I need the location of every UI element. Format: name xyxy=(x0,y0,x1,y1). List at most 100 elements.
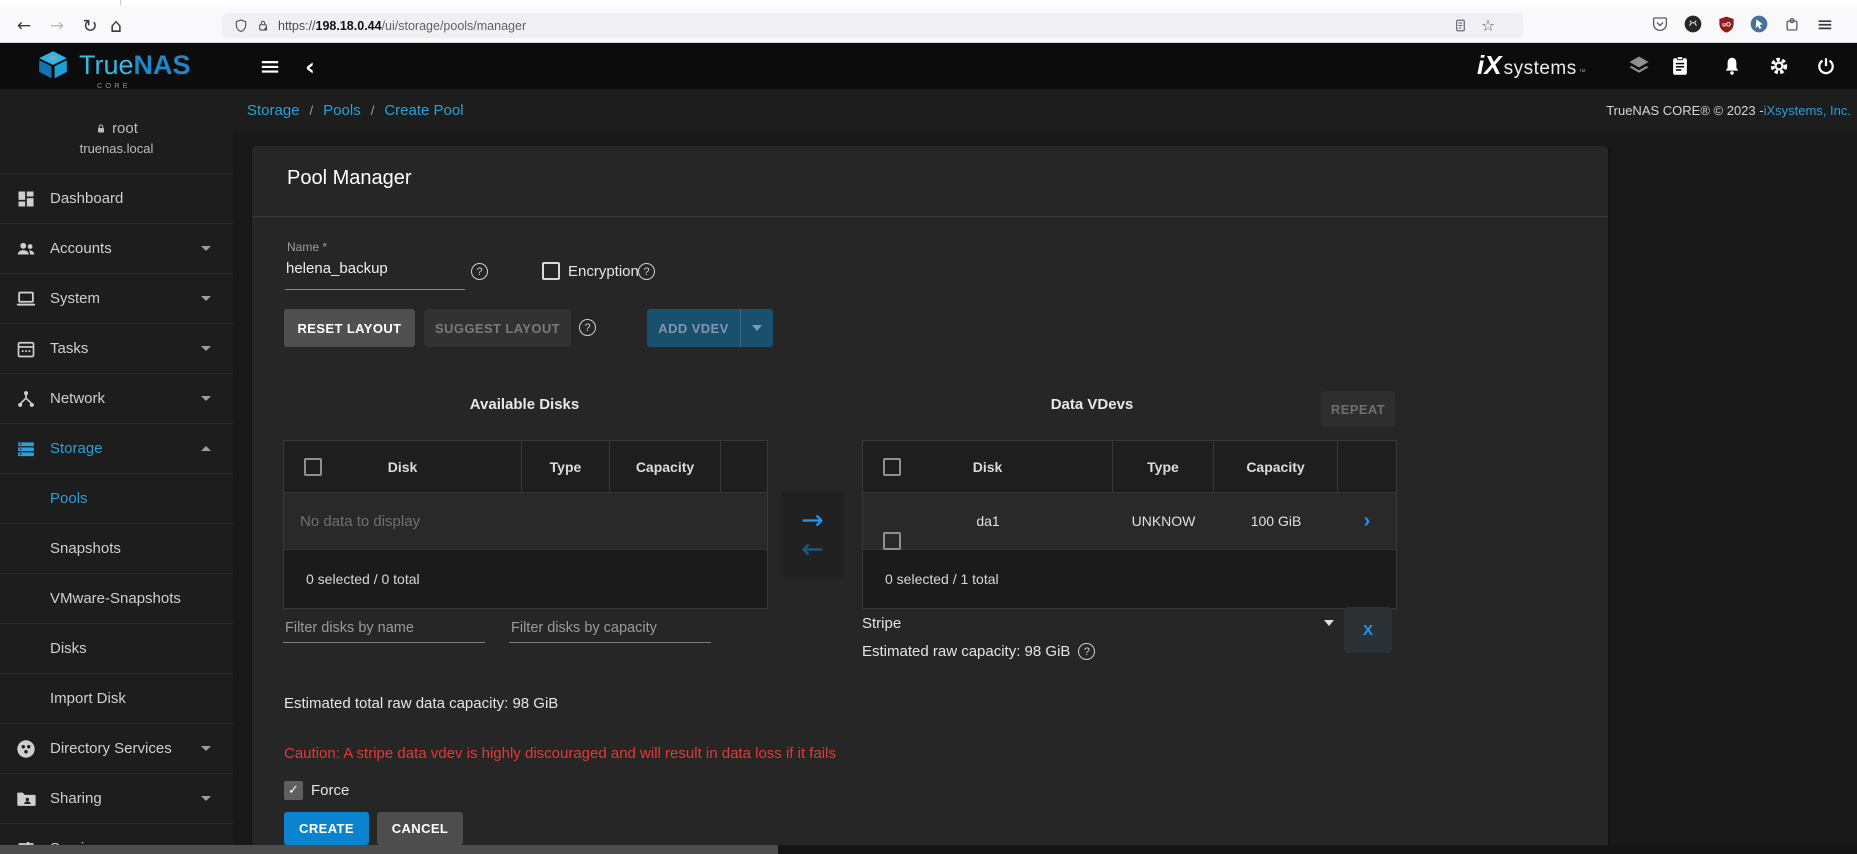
sidebar-item-label: Network xyxy=(50,390,105,407)
settings-gear-icon[interactable] xyxy=(1765,52,1793,80)
sidebar-item-vmware-snapshots[interactable]: VMware-Snapshots xyxy=(0,574,233,624)
cancel-button[interactable]: CANCEL xyxy=(377,812,463,845)
sidebar-item-tasks[interactable]: Tasks xyxy=(0,324,233,374)
add-vdev-button[interactable]: ADD VDEV xyxy=(647,309,773,347)
sidebar-item-import-disk[interactable]: Import Disk xyxy=(0,674,233,724)
system-icon xyxy=(14,287,38,311)
name-help-icon[interactable]: ? xyxy=(471,263,488,280)
filter-capacity-input[interactable] xyxy=(509,620,711,643)
task-manager-clipboard-icon[interactable] xyxy=(1666,52,1694,80)
chevron-up-icon xyxy=(201,446,211,451)
header-cell-type: Type xyxy=(522,441,610,492)
sidebar-item-pools[interactable]: Pools xyxy=(0,474,233,524)
encryption-help-icon[interactable]: ? xyxy=(638,263,655,280)
header-cell-actions xyxy=(721,441,767,492)
sidebar-item-disks[interactable]: Disks xyxy=(0,624,233,674)
sidebar-item-dashboard[interactable]: Dashboard xyxy=(0,174,233,224)
extensions-puzzle-icon[interactable] xyxy=(1780,12,1804,36)
notifications-bell-icon[interactable] xyxy=(1718,52,1746,80)
name-input-underline xyxy=(285,289,465,290)
row-expand-chevron[interactable]: › xyxy=(1338,510,1396,533)
header-cell-disk: Disk xyxy=(284,441,522,492)
ublock-icon[interactable]: uO xyxy=(1714,12,1738,36)
move-right-arrow[interactable]: → xyxy=(801,507,824,534)
reader-mode-icon[interactable] xyxy=(1449,15,1471,37)
power-icon[interactable] xyxy=(1812,52,1840,80)
data-vdevs-table-footer: 0 selected / 1 total xyxy=(863,550,1396,608)
sidebar-item-label: Pools xyxy=(50,490,88,507)
header-cell-disk: Disk xyxy=(863,441,1113,492)
remove-vdev-button[interactable]: X xyxy=(1344,607,1392,653)
sidebar-item-label: Sharing xyxy=(50,790,102,807)
sidenav-toggle-icon[interactable]: ≡ xyxy=(255,52,285,82)
truenas-logo[interactable]: TrueNAS CORE xyxy=(36,48,191,82)
sidebar-item-snapshots[interactable]: Snapshots xyxy=(0,524,233,574)
breadcrumb-create-pool[interactable]: Create Pool xyxy=(384,102,463,119)
reset-layout-button[interactable]: RESET LAYOUT xyxy=(284,309,415,347)
horizontal-scrollbar-thumb[interactable] xyxy=(0,845,778,854)
sidebar-item-network[interactable]: Network xyxy=(0,374,233,424)
total-capacity-text: Estimated total raw data capacity: 98 Gi… xyxy=(284,695,558,712)
empty-row: No data to display xyxy=(284,493,767,550)
sidebar-item-sharing[interactable]: Sharing xyxy=(0,774,233,824)
pocket-icon[interactable] xyxy=(1648,12,1672,36)
copyright-link[interactable]: iXsystems, Inc. xyxy=(1764,103,1851,118)
url-host: 198.18.0.44 xyxy=(316,19,382,33)
layout-help-icon[interactable]: ? xyxy=(579,319,596,336)
sidebar-item-system[interactable]: System xyxy=(0,274,233,324)
sidebar-item-directory-services[interactable]: Directory Services xyxy=(0,724,233,774)
dark-extension-icon[interactable] xyxy=(1681,12,1705,36)
header-cell-type: Type xyxy=(1113,441,1214,492)
chevron-right-icon: › xyxy=(1364,510,1371,533)
chevron-down-icon xyxy=(201,396,211,401)
browser-menu-icon[interactable]: ≡ xyxy=(1813,12,1837,36)
breadcrumb-separator: / xyxy=(371,103,375,118)
directory-services-icon xyxy=(14,737,38,761)
suggest-layout-button[interactable]: SUGGEST LAYOUT xyxy=(424,309,571,347)
extension-area: uO ≡ xyxy=(1648,12,1837,36)
breadcrumb-bar: Storage / Pools / Create Pool TrueNAS CO… xyxy=(233,89,1857,131)
table-row-da1[interactable]: da1 UNKNOW 100 GiB › xyxy=(863,493,1396,550)
filter-name-input[interactable] xyxy=(283,620,485,643)
select-all-checkbox[interactable] xyxy=(304,458,322,476)
breadcrumb-storage[interactable]: Storage xyxy=(247,102,300,119)
force-checkbox[interactable]: ✓ xyxy=(284,781,303,800)
sidebar-item-label: Dashboard xyxy=(50,190,123,207)
create-button[interactable]: CREATE xyxy=(284,812,369,845)
repeat-button[interactable]: REPEAT xyxy=(1321,391,1395,427)
app-header: TrueNAS CORE ≡ ‹ iX systems ™ xyxy=(0,43,1857,89)
url-bar[interactable]: https://198.18.0.44/ui/storage/pools/man… xyxy=(222,13,1523,38)
name-input[interactable] xyxy=(286,260,461,277)
stripe-selected-value: Stripe xyxy=(862,615,901,632)
browser-forward-button[interactable]: → xyxy=(43,12,71,40)
page-title: Pool Manager xyxy=(287,167,412,190)
sidebar-item-accounts[interactable]: Accounts xyxy=(0,224,233,274)
selection-summary: 0 selected / 0 total xyxy=(306,571,420,587)
chevron-down-icon xyxy=(201,246,211,251)
move-left-arrow[interactable]: ← xyxy=(801,536,824,563)
breadcrumb-pools[interactable]: Pools xyxy=(323,102,361,119)
lock-warning-icon[interactable] xyxy=(252,15,274,37)
add-vdev-caret[interactable] xyxy=(740,309,773,347)
chevron-down-icon xyxy=(201,296,211,301)
cursor-extension-icon[interactable] xyxy=(1747,12,1771,36)
stripe-select[interactable]: Stripe xyxy=(862,610,1334,636)
bookmark-star-icon[interactable]: ☆ xyxy=(1477,15,1499,37)
browser-back-button[interactable]: ← xyxy=(10,12,38,40)
copyright-text: TrueNAS CORE® © 2023 - xyxy=(1606,103,1763,118)
raw-capacity-help-icon[interactable]: ? xyxy=(1078,643,1095,660)
data-vdevs-table: Disk Type Capacity da1 UNKNOW 100 GiB › … xyxy=(862,440,1397,609)
encryption-checkbox[interactable] xyxy=(542,262,560,280)
browser-reload-button[interactable]: ↻ xyxy=(76,12,104,40)
plugins-layers-icon[interactable] xyxy=(1625,52,1653,80)
sidebar-item-storage[interactable]: Storage xyxy=(0,424,233,474)
collapse-chevron-icon[interactable]: ‹ xyxy=(295,52,325,82)
breadcrumb: Storage / Pools / Create Pool xyxy=(247,102,464,119)
sidebar-item-label: Disks xyxy=(50,640,87,657)
column-label: Disk xyxy=(973,459,1003,475)
browser-home-button[interactable]: ⌂ xyxy=(102,12,130,40)
row-checkbox[interactable] xyxy=(883,532,901,550)
url-scheme: https:// xyxy=(278,19,316,33)
shield-permissions-icon[interactable] xyxy=(230,15,252,37)
select-all-checkbox[interactable] xyxy=(883,458,901,476)
